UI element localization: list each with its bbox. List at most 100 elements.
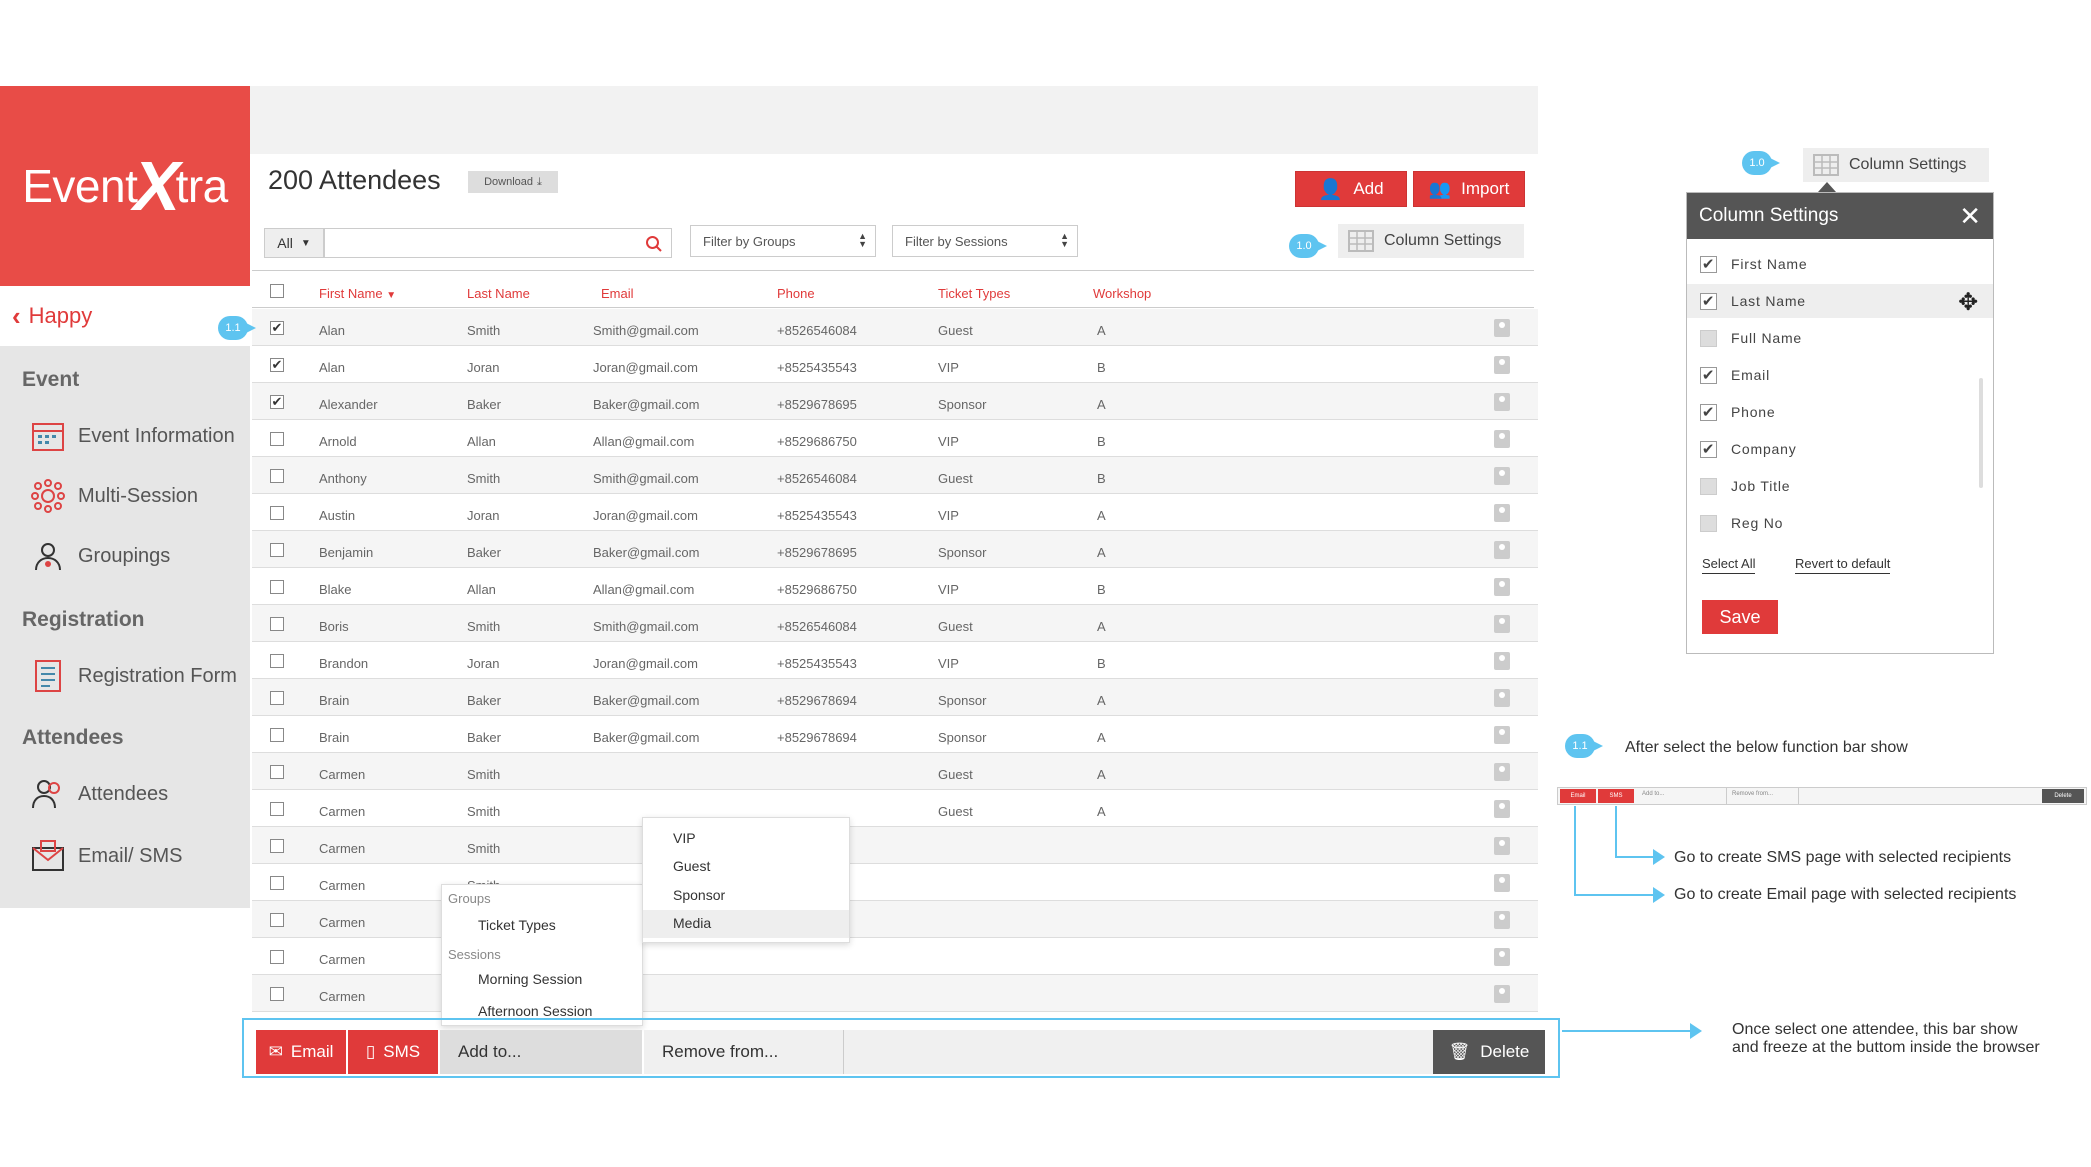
- row-checkbox[interactable]: [270, 469, 284, 483]
- nav-back-link[interactable]: ‹ Happy: [0, 286, 250, 346]
- profile-card-icon[interactable]: [1494, 504, 1510, 522]
- column-checkbox[interactable]: [1700, 514, 1717, 532]
- column-header-phone[interactable]: Phone: [777, 286, 815, 301]
- row-checkbox[interactable]: [270, 432, 284, 446]
- row-checkbox[interactable]: [270, 802, 284, 816]
- column-checkbox[interactable]: ✔: [1700, 403, 1717, 421]
- select-all-link[interactable]: Select All: [1702, 556, 1756, 574]
- table-row[interactable]: Blake Allan Allan@gmail.com +8529686750 VIP B: [252, 568, 1538, 605]
- column-option[interactable]: ✔ Email: [1687, 358, 1993, 392]
- column-option[interactable]: ✔ Phone: [1687, 395, 1993, 429]
- add-button[interactable]: 👤 Add: [1295, 171, 1407, 207]
- scrollbar[interactable]: [1979, 378, 1983, 488]
- row-checkbox[interactable]: [270, 580, 284, 594]
- table-row[interactable]: Carmen Smith Guest A: [252, 753, 1538, 790]
- row-checkbox[interactable]: [270, 728, 284, 742]
- profile-card-icon[interactable]: [1494, 430, 1510, 448]
- profile-card-icon[interactable]: [1494, 652, 1510, 670]
- column-checkbox[interactable]: ✔: [1700, 292, 1717, 310]
- scope-select[interactable]: All ▼: [264, 228, 324, 258]
- profile-card-icon[interactable]: [1494, 837, 1510, 855]
- profile-card-icon[interactable]: [1494, 578, 1510, 596]
- menu-item-media[interactable]: Media: [643, 910, 849, 938]
- row-checkbox[interactable]: [270, 987, 284, 1001]
- column-settings-button[interactable]: Column Settings: [1338, 224, 1524, 258]
- profile-card-icon[interactable]: [1494, 874, 1510, 892]
- save-button[interactable]: Save: [1702, 600, 1778, 634]
- email-button[interactable]: ✉ Email: [256, 1030, 346, 1074]
- column-settings-button[interactable]: Column Settings: [1803, 148, 1989, 182]
- table-row[interactable]: Brandon Joran Joran@gmail.com +8525435543 VI…: [252, 642, 1538, 679]
- menu-item-sponsor[interactable]: Sponsor: [673, 887, 725, 903]
- table-row[interactable]: Austin Joran Joran@gmail.com +8525435543 VIP…: [252, 494, 1538, 531]
- table-row[interactable]: ✔ Alexander Baker Baker@gmail.com +852967869…: [252, 383, 1538, 420]
- column-option[interactable]: Reg No: [1687, 506, 1993, 540]
- sidebar-item-attendees[interactable]: Attendees: [30, 776, 168, 812]
- row-checkbox[interactable]: [270, 839, 284, 853]
- profile-card-icon[interactable]: [1494, 541, 1510, 559]
- row-checkbox[interactable]: ✔: [270, 395, 284, 409]
- column-option[interactable]: ✔ First Name: [1687, 247, 1993, 281]
- column-option[interactable]: ✔ Company: [1687, 432, 1993, 466]
- column-checkbox[interactable]: ✔: [1700, 255, 1717, 273]
- row-checkbox[interactable]: ✔: [270, 321, 284, 335]
- table-row[interactable]: Brain Baker Baker@gmail.com +8529678694 Spon…: [252, 716, 1538, 753]
- sidebar-item-multi-session[interactable]: Multi-Session: [30, 478, 198, 514]
- row-checkbox[interactable]: [270, 617, 284, 631]
- table-row[interactable]: Carmen Smith: [252, 827, 1538, 864]
- profile-card-icon[interactable]: [1494, 763, 1510, 781]
- table-row[interactable]: ✔ Alan Joran Joran@gmail.com +8525435543 VIP B: [252, 346, 1538, 383]
- row-checkbox[interactable]: [270, 950, 284, 964]
- profile-card-icon[interactable]: [1494, 726, 1510, 744]
- column-checkbox[interactable]: ✔: [1700, 440, 1717, 458]
- menu-item-vip[interactable]: VIP: [673, 830, 696, 846]
- row-checkbox[interactable]: [270, 765, 284, 779]
- sidebar-item-registration-form[interactable]: Registration Form: [30, 658, 237, 694]
- profile-card-icon[interactable]: [1494, 356, 1510, 374]
- table-row[interactable]: Carmen Smith Guest A: [252, 790, 1538, 827]
- sidebar-item-groupings[interactable]: Groupings: [30, 538, 170, 574]
- column-option[interactable]: Job Title: [1687, 469, 1993, 503]
- column-header-workshop[interactable]: Workshop: [1093, 286, 1151, 301]
- table-row[interactable]: Anthony Smith Smith@gmail.com +8526546084 Gu…: [252, 457, 1538, 494]
- filter-sessions-select[interactable]: Filter by Sessions ▲ ▼: [892, 225, 1078, 257]
- row-checkbox[interactable]: [270, 543, 284, 557]
- close-icon[interactable]: ✕: [1959, 201, 1981, 232]
- menu-item-afternoon-session[interactable]: Afternoon Session: [478, 1003, 592, 1019]
- table-row[interactable]: Arnold Allan Allan@gmail.com +8529686750 VIP…: [252, 420, 1538, 457]
- profile-card-icon[interactable]: [1494, 800, 1510, 818]
- download-button[interactable]: Download ⤓: [468, 171, 558, 193]
- remove-from-dropdown[interactable]: Remove from...: [644, 1030, 844, 1074]
- row-checkbox[interactable]: ✔: [270, 358, 284, 372]
- column-checkbox[interactable]: [1700, 329, 1717, 347]
- drag-move-icon[interactable]: ✥: [1958, 288, 1979, 317]
- sms-button[interactable]: ▯ SMS: [348, 1030, 438, 1074]
- profile-card-icon[interactable]: [1494, 689, 1510, 707]
- menu-item-guest[interactable]: Guest: [673, 858, 710, 874]
- row-checkbox[interactable]: [270, 913, 284, 927]
- profile-card-icon[interactable]: [1494, 319, 1510, 337]
- delete-button[interactable]: 🗑 Delete: [1433, 1030, 1545, 1074]
- import-button[interactable]: 👥 Import: [1413, 171, 1525, 207]
- profile-card-icon[interactable]: [1494, 467, 1510, 485]
- revert-default-link[interactable]: Revert to default: [1795, 556, 1891, 574]
- filter-groups-select[interactable]: Filter by Groups ▲ ▼: [690, 225, 876, 257]
- column-header-ticket-types[interactable]: Ticket Types: [938, 286, 1010, 301]
- column-checkbox[interactable]: ✔: [1700, 366, 1717, 384]
- table-row[interactable]: Brain Baker Baker@gmail.com +8529678694 Spon…: [252, 679, 1538, 716]
- profile-card-icon[interactable]: [1494, 911, 1510, 929]
- menu-item-morning-session[interactable]: Morning Session: [478, 971, 582, 987]
- column-checkbox[interactable]: [1700, 477, 1717, 495]
- row-checkbox[interactable]: [270, 506, 284, 520]
- column-header-email[interactable]: Email: [601, 286, 634, 301]
- profile-card-icon[interactable]: [1494, 985, 1510, 1003]
- menu-item-ticket-types[interactable]: Ticket Types: [478, 917, 556, 933]
- table-row[interactable]: Benjamin Baker Baker@gmail.com +8529678695 S…: [252, 531, 1538, 568]
- profile-card-icon[interactable]: [1494, 615, 1510, 633]
- select-all-checkbox[interactable]: [270, 284, 284, 298]
- row-checkbox[interactable]: [270, 876, 284, 890]
- row-checkbox[interactable]: [270, 654, 284, 668]
- sidebar-item-email-sms[interactable]: Email/ SMS: [30, 838, 182, 874]
- add-to-dropdown[interactable]: Add to...: [440, 1030, 642, 1074]
- column-option[interactable]: ✔ Last Name ✥: [1687, 284, 1993, 318]
